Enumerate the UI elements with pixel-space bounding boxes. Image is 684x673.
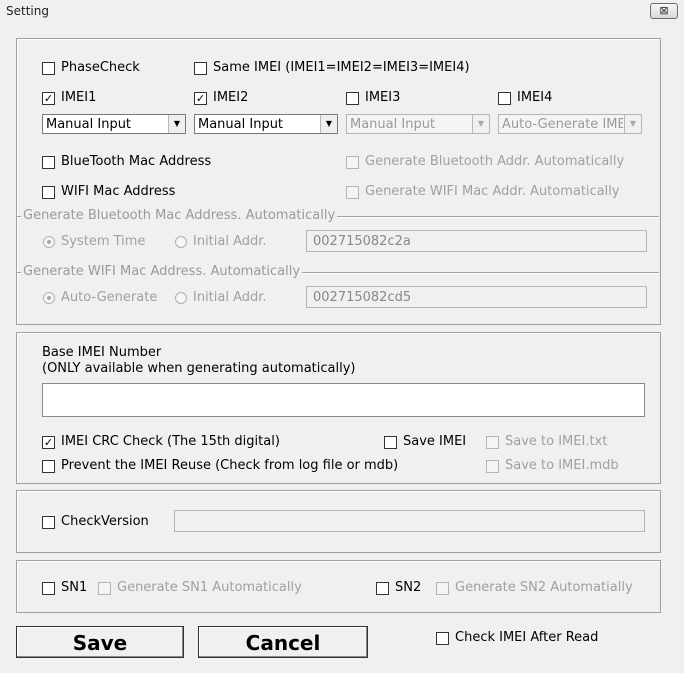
bt-group-legend: Generate Bluetooth Mac Address. Automati… <box>21 208 338 223</box>
cancel-button[interactable]: Cancel <box>198 626 368 658</box>
imei-mac-group <box>16 38 661 325</box>
wifi-initial-addr-field[interactable]: 002715082cd5 <box>306 286 647 308</box>
chevron-down-icon: ▼ <box>472 115 489 133</box>
chevron-down-icon: ▼ <box>168 115 185 133</box>
imei2-checkbox[interactable]: ✓ <box>194 92 207 105</box>
imei4-label: IMEI4 <box>517 90 553 105</box>
save-imei-label: Save IMEI <box>403 434 467 449</box>
sn1-checkbox[interactable] <box>42 582 55 595</box>
imei1-mode-value: Manual Input <box>46 117 132 132</box>
chevron-down-icon: ▼ <box>624 115 641 133</box>
sn1-label: SN1 <box>61 580 88 595</box>
check-after-read-checkbox[interactable] <box>436 632 449 645</box>
bt-initial-addr-radio[interactable] <box>175 236 187 248</box>
save-mdb-checkbox[interactable] <box>486 460 499 473</box>
save-txt-label: Save to IMEI.txt <box>505 434 608 449</box>
wifi-auto-label: Generate WIFI Mac Addr. Automatically <box>365 184 620 199</box>
save-txt-checkbox[interactable] <box>486 436 499 449</box>
imei1-checkbox[interactable]: ✓ <box>42 92 55 105</box>
sn2-checkbox[interactable] <box>376 582 389 595</box>
imei-crc-checkbox[interactable]: ✓ <box>42 436 55 449</box>
same-imei-checkbox[interactable] <box>194 62 207 75</box>
check-version-label: CheckVersion <box>61 514 149 529</box>
imei2-mode-select[interactable]: Manual Input ▼ <box>194 114 338 134</box>
bt-mac-checkbox[interactable] <box>42 156 55 169</box>
save-button[interactable]: Save <box>16 626 184 658</box>
bt-initial-addr-label: Initial Addr. <box>193 234 267 249</box>
title-bar: Setting ⊠ <box>0 0 684 22</box>
bt-system-time-label: System Time <box>61 234 146 249</box>
bt-auto-label: Generate Bluetooth Addr. Automatically <box>365 154 625 169</box>
wifi-initial-addr-radio[interactable] <box>175 292 187 304</box>
imei-crc-label: IMEI CRC Check (The 15th digital) <box>61 434 280 449</box>
sn1-auto-label: Generate SN1 Automatically <box>117 580 302 595</box>
wifi-auto-generate-label: Auto-Generate <box>61 290 158 305</box>
wifi-mac-label: WIFI Mac Address <box>61 184 176 199</box>
imei2-label: IMEI2 <box>213 90 249 105</box>
imei2-mode-value: Manual Input <box>198 117 284 132</box>
phasecheck-label: PhaseCheck <box>61 60 140 75</box>
imei4-mode-select[interactable]: Auto-Generate IMEI ▼ <box>498 114 642 134</box>
imei3-label: IMEI3 <box>365 90 401 105</box>
wifi-auto-generate-radio[interactable] <box>43 292 55 304</box>
base-imei-title: Base IMEI Number <box>42 345 162 360</box>
prevent-reuse-checkbox[interactable] <box>42 460 55 473</box>
bt-initial-addr-field[interactable]: 002715082c2a <box>306 230 647 252</box>
imei1-mode-select[interactable]: Manual Input ▼ <box>42 114 186 134</box>
imei3-mode-select[interactable]: Manual Input ▼ <box>346 114 490 134</box>
sn2-label: SN2 <box>395 580 422 595</box>
sn2-auto-label: Generate SN2 Automatially <box>455 580 633 595</box>
check-version-field[interactable] <box>174 510 645 532</box>
window-title: Setting <box>6 4 49 18</box>
prevent-reuse-label: Prevent the IMEI Reuse (Check from log f… <box>61 458 399 473</box>
phasecheck-checkbox[interactable] <box>42 62 55 75</box>
imei3-checkbox[interactable] <box>346 92 359 105</box>
close-icon: ⊠ <box>659 4 669 17</box>
check-after-read-label: Check IMEI After Read <box>455 630 599 645</box>
close-button[interactable]: ⊠ <box>650 3 678 19</box>
imei4-checkbox[interactable] <box>498 92 511 105</box>
bt-auto-checkbox[interactable] <box>346 156 359 169</box>
same-imei-label: Same IMEI (IMEI1=IMEI2=IMEI3=IMEI4) <box>213 60 470 75</box>
imei4-mode-value: Auto-Generate IMEI <box>502 117 623 132</box>
check-version-checkbox[interactable] <box>42 516 55 529</box>
chevron-down-icon: ▼ <box>320 115 337 133</box>
wifi-group-legend: Generate WIFI Mac Address. Automatically <box>21 264 303 279</box>
wifi-initial-addr-label: Initial Addr. <box>193 290 267 305</box>
bt-mac-label: BlueTooth Mac Address <box>61 154 212 169</box>
save-mdb-label: Save to IMEI.mdb <box>505 458 619 473</box>
base-imei-input[interactable] <box>42 383 645 417</box>
wifi-auto-checkbox[interactable] <box>346 186 359 199</box>
save-imei-checkbox[interactable] <box>384 436 397 449</box>
imei1-label: IMEI1 <box>61 90 97 105</box>
imei3-mode-value: Manual Input <box>350 117 436 132</box>
base-imei-note: (ONLY available when generating automati… <box>42 361 356 376</box>
bt-system-time-radio[interactable] <box>43 236 55 248</box>
wifi-mac-checkbox[interactable] <box>42 186 55 199</box>
sn1-auto-checkbox[interactable] <box>98 582 111 595</box>
sn2-auto-checkbox[interactable] <box>436 582 449 595</box>
